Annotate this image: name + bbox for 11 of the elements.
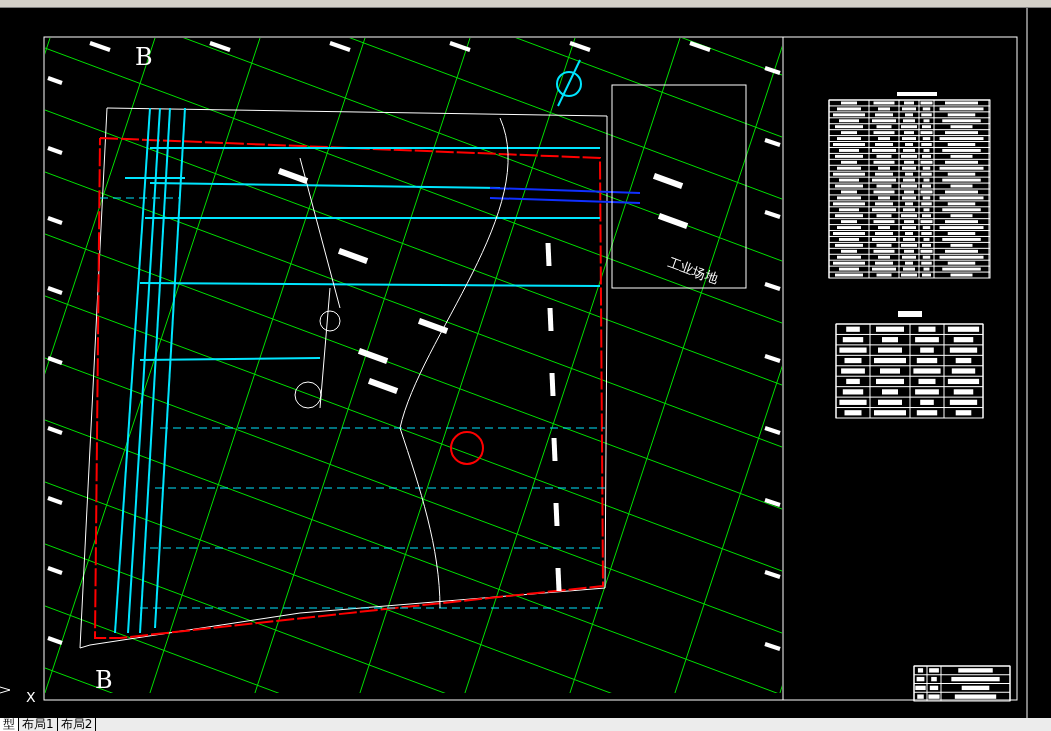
layout-tab[interactable]: 布局2 (57, 718, 97, 731)
legend-title-drawing (898, 311, 922, 317)
section-label: B (135, 43, 153, 71)
north-arrow-icon (556, 59, 582, 107)
ucs-icon (0, 686, 11, 694)
section-label: B (95, 666, 113, 694)
layout-tab[interactable]: 型 (0, 718, 19, 731)
axis-label: X (26, 689, 36, 705)
site-label: 工业场地 (665, 254, 720, 287)
table-title-drawing (897, 92, 937, 96)
layout-tab[interactable]: 布局1 (19, 718, 58, 731)
